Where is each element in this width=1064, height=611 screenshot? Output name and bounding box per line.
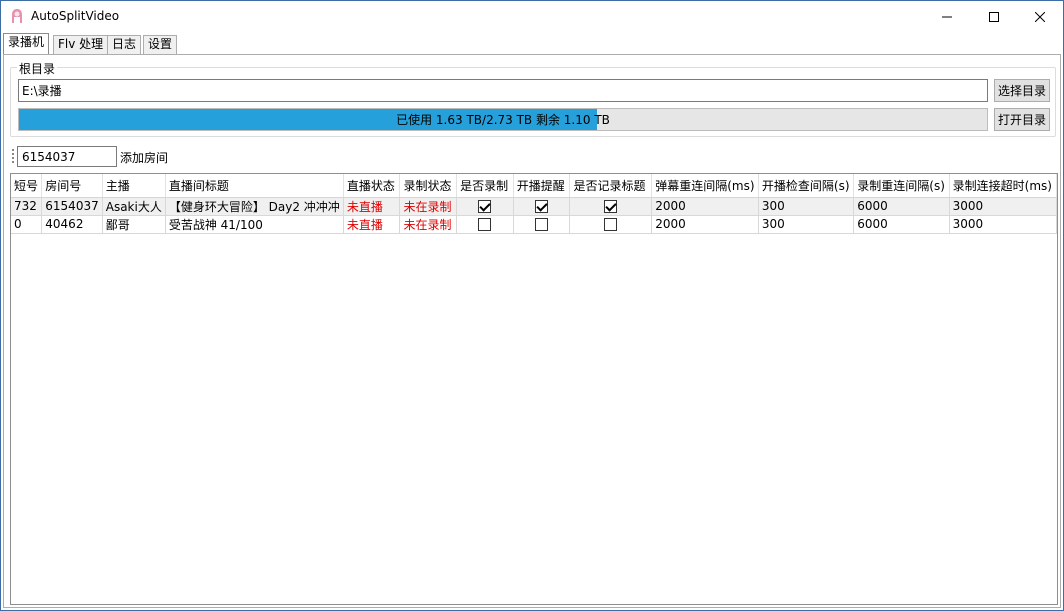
col-header[interactable]: 录制重连间隔(s) — [853, 174, 950, 198]
title-bar[interactable]: AutoSplitVideo — [1, 1, 1063, 32]
table-row[interactable]: 732 6154037 Asaki大人 【健身环大冒险】 Day2 冲冲冲 未直… — [11, 197, 1058, 216]
record-checkbox[interactable] — [478, 200, 492, 213]
title-cell[interactable]: 【健身环大冒险】 Day2 冲冲冲 — [165, 197, 344, 216]
maximize-button[interactable] — [971, 1, 1017, 32]
log-title-checkbox[interactable] — [604, 218, 618, 231]
danmaku-reconnect-cell[interactable]: 2000 — [651, 215, 759, 234]
recorder-panel: 根目录 选择目录 已使用 1.63 TB/2.73 TB 剩余 1.10 TB … — [3, 54, 1061, 608]
app-window: AutoSplitVideo 录播机 Flv 处理 日志 设置 根目录 选择目录… — [0, 0, 1064, 611]
disk-usage-text: 已使用 1.63 TB/2.73 TB 剩余 1.10 TB — [396, 113, 610, 127]
tab-strip: 录播机 Flv 处理 日志 设置 — [3, 33, 1061, 55]
col-header[interactable]: 开播检查间隔(s) — [758, 174, 855, 198]
live-status-cell[interactable]: 未直播 — [343, 197, 401, 216]
close-button[interactable] — [1017, 1, 1063, 32]
root-dir-input[interactable] — [18, 79, 988, 102]
col-header[interactable]: 录制状态 — [399, 174, 458, 198]
col-header[interactable]: 是否录制 — [456, 174, 514, 198]
live-status-cell[interactable]: 未直播 — [343, 215, 401, 234]
room-id-cell[interactable]: 40462 — [41, 215, 103, 234]
log-title-checkbox[interactable] — [604, 200, 618, 213]
live-check-cell[interactable]: 300 — [758, 197, 855, 216]
maximize-icon — [989, 11, 999, 22]
col-header[interactable]: 直播状态 — [343, 174, 401, 198]
record-checkbox[interactable] — [478, 218, 492, 231]
tab-flv-processing[interactable]: Flv 处理 — [53, 35, 109, 54]
tab-recorder[interactable]: 录播机 — [3, 33, 50, 54]
record-status-cell[interactable]: 未在录制 — [399, 197, 458, 216]
record-cell — [456, 215, 514, 234]
add-room-button[interactable]: 添加房间 — [120, 149, 168, 166]
choose-dir-button[interactable]: 选择目录 — [994, 79, 1050, 102]
room-id-cell[interactable]: 6154037 — [41, 197, 103, 216]
root-dir-group: 根目录 选择目录 已使用 1.63 TB/2.73 TB 剩余 1.10 TB … — [10, 60, 1056, 137]
record-timeout-cell[interactable]: 3000 — [949, 197, 1058, 216]
disk-usage-bar: 已使用 1.63 TB/2.73 TB 剩余 1.10 TB — [18, 108, 988, 131]
host-cell[interactable]: 鄙哥 — [102, 215, 166, 234]
record-cell — [456, 197, 514, 216]
danmaku-reconnect-cell[interactable]: 2000 — [651, 197, 759, 216]
col-header[interactable]: 弹幕重连间隔(ms) — [651, 174, 759, 198]
live-check-cell[interactable]: 300 — [758, 215, 855, 234]
tab-log[interactable]: 日志 — [107, 35, 142, 54]
title-cell[interactable]: 受苦战神 41/100 — [165, 215, 344, 234]
record-timeout-cell[interactable]: 3000 — [949, 215, 1058, 234]
col-header[interactable]: 开播提醒 — [513, 174, 571, 198]
rooms-table: 短号 房间号 主播 直播间标题 直播状态 录制状态 是否录制 开播提醒 是否记录… — [10, 173, 1058, 605]
host-cell[interactable]: Asaki大人 — [102, 197, 166, 216]
close-icon — [1035, 11, 1045, 22]
window-title: AutoSplitVideo — [31, 9, 120, 23]
open-dir-button[interactable]: 打开目录 — [994, 108, 1050, 131]
log-title-cell — [569, 215, 653, 234]
record-reconnect-cell[interactable]: 6000 — [853, 215, 950, 234]
log-title-cell — [569, 197, 653, 216]
table-row[interactable]: 0 40462 鄙哥 受苦战神 41/100 未直播 未在录制 2000 300… — [11, 215, 1058, 234]
col-header[interactable]: 直播间标题 — [165, 174, 344, 198]
short-id-cell[interactable]: 0 — [11, 215, 43, 234]
toolbar-grip[interactable] — [12, 149, 15, 163]
col-header[interactable]: 房间号 — [41, 174, 103, 198]
root-dir-label: 根目录 — [17, 60, 58, 77]
minimize-button[interactable] — [924, 1, 970, 32]
room-id-input[interactable] — [17, 146, 117, 167]
record-status-cell[interactable]: 未在录制 — [399, 215, 458, 234]
record-reconnect-cell[interactable]: 6000 — [853, 197, 950, 216]
table-header-row: 短号 房间号 主播 直播间标题 直播状态 录制状态 是否录制 开播提醒 是否记录… — [11, 174, 1058, 198]
col-header[interactable]: 短号 — [11, 174, 43, 198]
notify-checkbox[interactable] — [535, 218, 549, 231]
app-pink-icon — [12, 9, 22, 23]
short-id-cell[interactable]: 732 — [11, 197, 43, 216]
col-header[interactable]: 是否记录标题 — [569, 174, 653, 198]
tab-settings[interactable]: 设置 — [143, 35, 178, 54]
col-header[interactable]: 录制连接超时(ms) — [949, 174, 1058, 198]
minimize-icon — [942, 16, 952, 17]
col-header[interactable]: 主播 — [102, 174, 166, 198]
notify-cell — [513, 197, 571, 216]
notify-cell — [513, 215, 571, 234]
notify-checkbox[interactable] — [535, 200, 549, 213]
